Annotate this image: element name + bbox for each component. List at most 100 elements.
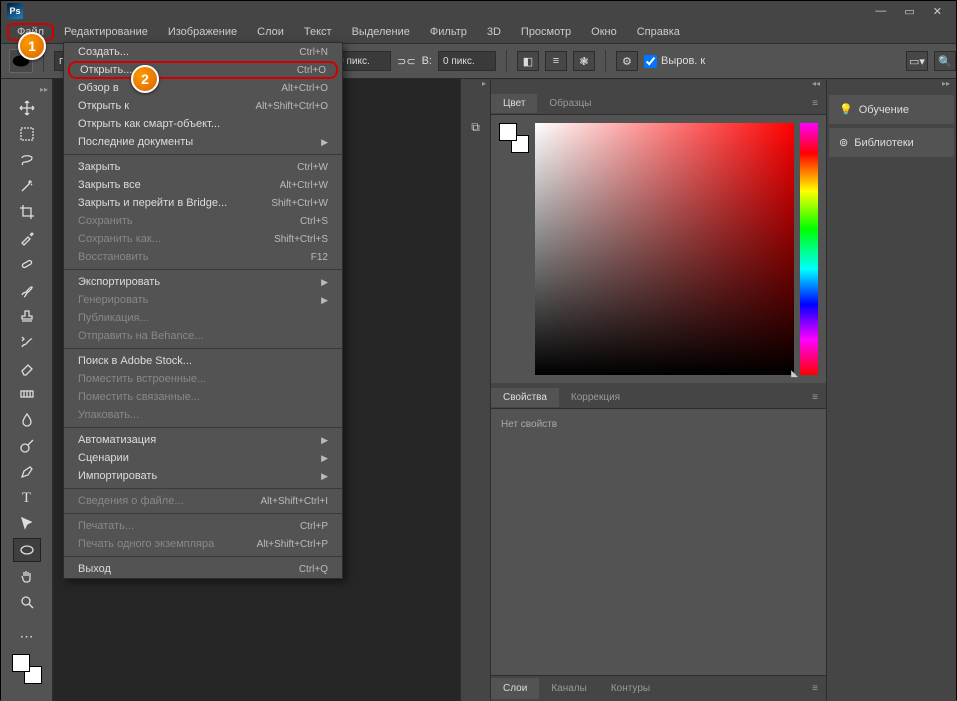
tab-swatches[interactable]: Образцы xyxy=(537,94,603,113)
zoom-tool[interactable] xyxy=(13,590,41,614)
tab-adjustments[interactable]: Коррекция xyxy=(559,388,632,407)
align-edges-label: Выров. к xyxy=(661,55,705,67)
tab-channels[interactable]: Каналы xyxy=(539,678,599,699)
height-field[interactable]: 0 пикс. xyxy=(438,51,496,71)
tab-layers[interactable]: Слои xyxy=(491,678,539,699)
menu-view[interactable]: Просмотр xyxy=(511,23,581,41)
history-panel-icon[interactable]: ⧉ xyxy=(464,115,488,139)
menu-item[interactable]: ЗакрытьCtrl+W xyxy=(64,158,342,176)
props-panel-menu[interactable]: ≡ xyxy=(800,388,826,407)
menu-type[interactable]: Текст xyxy=(294,23,342,41)
libraries-icon: ⊚ xyxy=(839,136,848,149)
collapsed-panel-strip: ▸ ⧉ xyxy=(460,79,490,701)
menu-item[interactable]: Создать...Ctrl+N xyxy=(64,43,342,61)
dodge-tool[interactable] xyxy=(13,434,41,458)
pathop-icon[interactable]: ◧ xyxy=(517,51,539,71)
align-icon[interactable]: ≡ xyxy=(545,51,567,71)
callout-2: 2 xyxy=(131,65,159,93)
align-edges-check[interactable] xyxy=(644,55,657,68)
menu-item[interactable]: Обзор вAlt+Ctrl+O xyxy=(64,79,342,97)
menu-layers[interactable]: Слои xyxy=(247,23,294,41)
gradient-tool[interactable] xyxy=(13,382,41,406)
menu-item[interactable]: Автоматизация▶ xyxy=(64,431,342,449)
menu-item: СохранитьCtrl+S xyxy=(64,212,342,230)
menu-item[interactable]: Закрыть всеAlt+Ctrl+W xyxy=(64,176,342,194)
ellipse-tool[interactable] xyxy=(13,538,41,562)
fg-bg-picker[interactable] xyxy=(499,123,529,153)
menu-item[interactable]: Поиск в Adobe Stock... xyxy=(64,352,342,370)
pen-tool[interactable] xyxy=(13,460,41,484)
move-tool[interactable] xyxy=(13,96,41,120)
menu-help[interactable]: Справка xyxy=(627,23,690,41)
menu-item: Упаковать... xyxy=(64,406,342,424)
height-label: В: xyxy=(422,55,432,67)
maximize-button[interactable]: ▭ xyxy=(904,5,914,18)
marquee-tool[interactable] xyxy=(13,122,41,146)
tools-panel: ▸▸ T ⋯ xyxy=(1,79,53,701)
panel-collapse-toggle[interactable]: ◂◂ xyxy=(491,79,826,93)
color-panel-menu[interactable]: ≡ xyxy=(800,94,826,113)
arrange-icon[interactable]: ❃ xyxy=(573,51,595,71)
menu-item[interactable]: Закрыть и перейти в Bridge...Shift+Ctrl+… xyxy=(64,194,342,212)
menu-item[interactable]: Сценарии▶ xyxy=(64,449,342,467)
lightbulb-icon: 💡 xyxy=(839,103,853,116)
file-menu-dropdown: Создать...Ctrl+NОткрыть...Ctrl+OОбзор вA… xyxy=(63,42,343,579)
workspace-switcher[interactable]: ▭▾ xyxy=(906,51,928,71)
minimize-button[interactable]: — xyxy=(875,5,886,18)
expand-toggle[interactable]: ▸ xyxy=(461,79,490,93)
menu-select[interactable]: Выделение xyxy=(342,23,420,41)
menu-item: Отправить на Behance... xyxy=(64,327,342,345)
hand-tool[interactable] xyxy=(13,564,41,588)
history-brush-tool[interactable] xyxy=(13,330,41,354)
brush-tool[interactable] xyxy=(13,278,41,302)
learn-panel-button[interactable]: 💡Обучение xyxy=(829,95,954,124)
menu-item: Поместить связанные... xyxy=(64,388,342,406)
app-icon: Ps xyxy=(7,3,23,19)
menu-item: Сведения о файле...Alt+Shift+Ctrl+I xyxy=(64,492,342,510)
right2-collapse[interactable]: ▸▸ xyxy=(827,79,956,93)
callout-1: 1 xyxy=(18,32,46,60)
menu-item: Публикация... xyxy=(64,309,342,327)
heal-tool[interactable] xyxy=(13,252,41,276)
menu-item: Поместить встроенные... xyxy=(64,370,342,388)
close-button[interactable]: ✕ xyxy=(933,5,942,18)
menu-item[interactable]: Последние документы▶ xyxy=(64,133,342,151)
stamp-tool[interactable] xyxy=(13,304,41,328)
crop-tool[interactable] xyxy=(13,200,41,224)
more-tools-icon[interactable]: ⋯ xyxy=(13,624,41,648)
blur-tool[interactable] xyxy=(13,408,41,432)
menu-item: Сохранить как...Shift+Ctrl+S xyxy=(64,230,342,248)
menu-item[interactable]: Открыть кAlt+Shift+Ctrl+O xyxy=(64,97,342,115)
tab-paths[interactable]: Контуры xyxy=(599,678,662,699)
menu-item[interactable]: Открыть как смарт-объект... xyxy=(64,115,342,133)
menu-3d[interactable]: 3D xyxy=(477,23,511,41)
menu-item[interactable]: Импортировать▶ xyxy=(64,467,342,485)
eyedropper-tool[interactable] xyxy=(13,226,41,250)
menu-item: Печатать...Ctrl+P xyxy=(64,517,342,535)
menu-image[interactable]: Изображение xyxy=(158,23,247,41)
menu-item[interactable]: ВыходCtrl+Q xyxy=(64,560,342,578)
menu-item[interactable]: Открыть...Ctrl+O xyxy=(68,61,338,79)
menu-filter[interactable]: Фильтр xyxy=(420,23,477,41)
tab-color[interactable]: Цвет xyxy=(491,94,537,113)
link-icon[interactable]: ⊃⊂ xyxy=(397,55,415,68)
gear-icon[interactable]: ⚙ xyxy=(616,51,638,71)
menu-item: ВосстановитьF12 xyxy=(64,248,342,266)
lasso-tool[interactable] xyxy=(13,148,41,172)
layers-panel-menu[interactable]: ≡ xyxy=(800,678,826,699)
no-properties-label: Нет свойств xyxy=(491,409,826,440)
path-select-tool[interactable] xyxy=(13,512,41,536)
type-tool[interactable]: T xyxy=(13,486,41,510)
wand-tool[interactable] xyxy=(13,174,41,198)
hue-slider[interactable] xyxy=(800,123,818,375)
color-swatches[interactable] xyxy=(12,654,42,684)
libraries-panel-button[interactable]: ⊚Библиотеки xyxy=(829,128,954,157)
menu-edit[interactable]: Редактирование xyxy=(54,23,158,41)
menu-window[interactable]: Окно xyxy=(581,23,627,41)
menu-item[interactable]: Экспортировать▶ xyxy=(64,273,342,291)
eraser-tool[interactable] xyxy=(13,356,41,380)
menu-item: Печать одного экземпляраAlt+Shift+Ctrl+P xyxy=(64,535,342,553)
search-icon[interactable]: 🔍 xyxy=(934,51,956,71)
tab-properties[interactable]: Свойства xyxy=(491,388,559,407)
color-field[interactable]: ◣ xyxy=(535,123,794,375)
